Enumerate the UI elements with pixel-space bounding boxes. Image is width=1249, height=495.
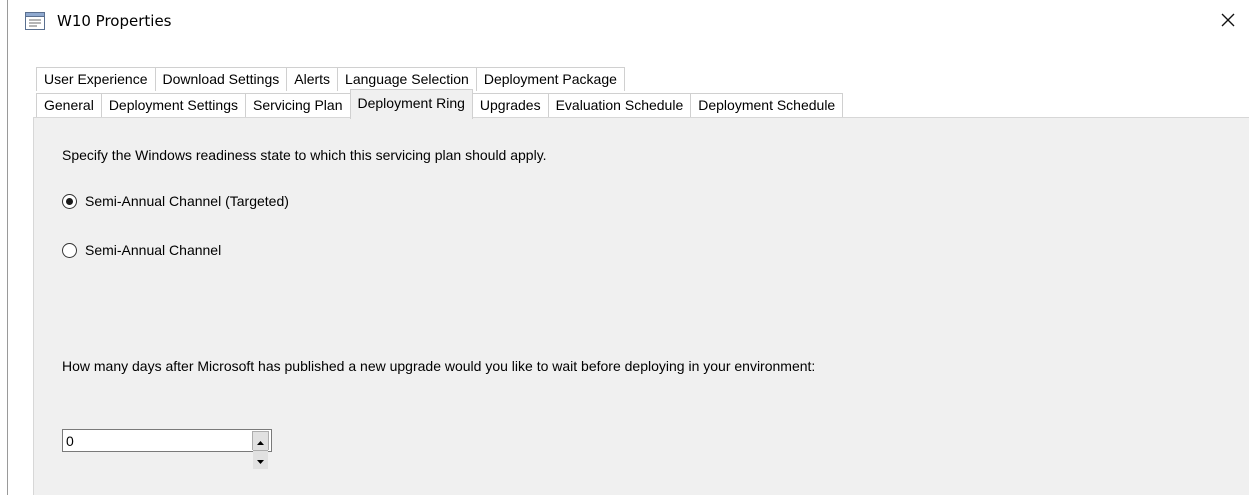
window-title: W10 Properties	[57, 12, 172, 30]
close-icon	[1220, 12, 1236, 33]
tab-upgrades[interactable]: Upgrades	[472, 93, 548, 117]
tab-deployment-package[interactable]: Deployment Package	[475, 67, 625, 91]
arrow-up-icon	[257, 432, 264, 450]
arrow-down-icon	[257, 451, 264, 469]
days-stepper[interactable]	[62, 429, 272, 469]
tab-deployment-ring[interactable]: Deployment Ring	[349, 89, 473, 119]
tab-evaluation-schedule[interactable]: Evaluation Schedule	[547, 93, 691, 117]
radio-circle-checked[interactable]	[62, 193, 77, 209]
tab-deployment-settings[interactable]: Deployment Settings	[100, 93, 245, 117]
spin-buttons	[252, 431, 269, 469]
deployment-ring-panel: Specify the Windows readiness state to w…	[33, 117, 1249, 495]
tab-row-front: General Deployment Settings Servicing Pl…	[36, 89, 844, 119]
tab-user-experience[interactable]: User Experience	[36, 67, 155, 91]
radio-circle-unchecked[interactable]	[62, 242, 77, 258]
properties-window: W10 Properties User Experience Download …	[0, 0, 1249, 495]
spin-down-button[interactable]	[253, 450, 268, 469]
tab-language-selection[interactable]: Language Selection	[337, 67, 476, 91]
tab-deployment-schedule[interactable]: Deployment Schedule	[690, 93, 844, 117]
readiness-instruction: Specify the Windows readiness state to w…	[62, 147, 547, 163]
tab-general[interactable]: General	[36, 93, 101, 117]
radio-label-semi-annual: Semi-Annual Channel	[85, 242, 222, 258]
wait-days-question: How many days after Microsoft has publis…	[62, 358, 816, 374]
radio-semi-annual[interactable]: Semi-Annual Channel	[62, 242, 221, 258]
tab-row-back: User Experience Download Settings Alerts…	[36, 67, 625, 91]
tab-download-settings[interactable]: Download Settings	[154, 67, 287, 91]
tab-servicing-plan[interactable]: Servicing Plan	[245, 93, 350, 117]
title-bar[interactable]: W10 Properties	[0, 0, 1249, 44]
close-button[interactable]	[1214, 8, 1242, 36]
properties-window-icon	[25, 12, 45, 30]
radio-label-targeted: Semi-Annual Channel (Targeted)	[85, 193, 289, 209]
radio-dot	[66, 197, 73, 205]
spin-up-button[interactable]	[253, 432, 268, 450]
radio-semi-annual-targeted[interactable]: Semi-Annual Channel (Targeted)	[62, 193, 289, 209]
tab-alerts[interactable]: Alerts	[286, 67, 338, 91]
days-input[interactable]	[63, 430, 251, 451]
window-left-edge	[7, 0, 8, 495]
